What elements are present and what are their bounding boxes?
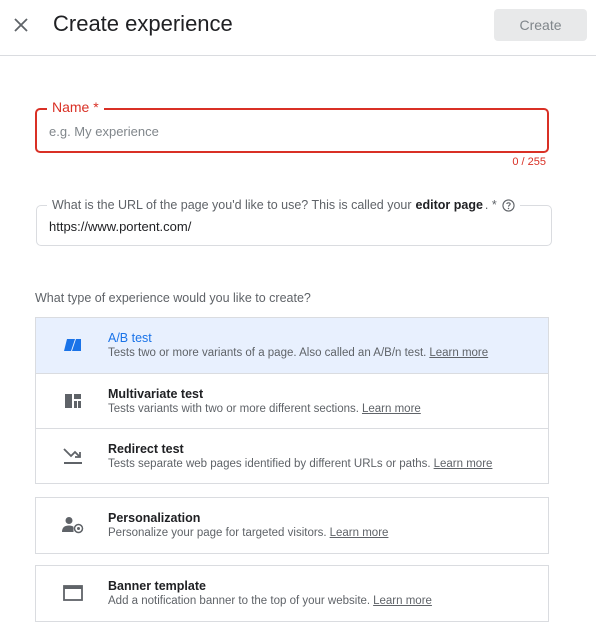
option-desc: Add a notification banner to the top of … — [108, 595, 432, 607]
redirect-icon — [62, 446, 84, 466]
create-button[interactable]: Create — [494, 9, 587, 41]
name-char-counter: 0 / 255 — [512, 156, 546, 168]
option-personalization[interactable]: Personalization Personalize your page fo… — [36, 498, 548, 553]
test-options-group: A/B test Tests two or more variants of a… — [35, 317, 549, 484]
option-title: Redirect test — [108, 442, 184, 456]
name-field[interactable]: Name * — [35, 99, 549, 153]
dialog-header: Create experience Create — [0, 0, 596, 56]
experience-type-question: What type of experience would you like t… — [35, 291, 311, 305]
url-input[interactable]: https://www.portent.com/ — [49, 219, 191, 234]
option-desc-text: Tests two or more variants of a page. Al… — [108, 347, 427, 359]
option-title: Multivariate test — [108, 387, 204, 401]
learn-more-link[interactable]: Learn more — [429, 347, 488, 359]
multivariate-icon — [62, 391, 84, 411]
option-title: A/B test — [108, 331, 152, 345]
ab-test-icon — [62, 335, 84, 355]
name-label: Name * — [47, 99, 104, 115]
page-title: Create experience — [53, 11, 233, 36]
option-desc: Tests two or more variants of a page. Al… — [108, 347, 488, 359]
option-banner-template[interactable]: Banner template Add a notification banne… — [36, 566, 548, 621]
learn-more-link[interactable]: Learn more — [362, 403, 421, 415]
option-desc: Tests variants with two or more differen… — [108, 403, 421, 415]
option-desc-text: Add a notification banner to the top of … — [108, 595, 371, 607]
option-title: Banner template — [108, 579, 206, 593]
help-icon[interactable] — [502, 198, 515, 212]
personalization-icon — [62, 515, 84, 535]
option-redirect-test[interactable]: Redirect test Tests separate web pages i… — [36, 428, 548, 483]
editor-page-url-field[interactable]: What is the URL of the page you'd like t… — [36, 198, 552, 246]
option-title: Personalization — [108, 511, 201, 525]
url-label-required: . * — [484, 198, 497, 212]
option-desc: Tests separate web pages identified by d… — [108, 458, 492, 470]
option-ab-test[interactable]: A/B test Tests two or more variants of a… — [36, 318, 548, 373]
personalization-options-group: Personalization Personalize your page fo… — [35, 497, 549, 554]
url-label-bold: editor page — [415, 198, 483, 212]
url-label: What is the URL of the page you'd like t… — [47, 198, 520, 212]
banner-options-group: Banner template Add a notification banne… — [35, 565, 549, 622]
option-desc-text: Personalize your page for targeted visit… — [108, 527, 327, 539]
close-button[interactable] — [8, 12, 34, 38]
close-icon — [14, 18, 28, 32]
banner-icon — [62, 583, 84, 603]
learn-more-link[interactable]: Learn more — [434, 458, 493, 470]
option-desc-text: Tests variants with two or more differen… — [108, 403, 359, 415]
option-multivariate-test[interactable]: Multivariate test Tests variants with tw… — [36, 373, 548, 428]
name-input[interactable] — [49, 118, 529, 144]
learn-more-link[interactable]: Learn more — [330, 527, 389, 539]
learn-more-link[interactable]: Learn more — [373, 595, 432, 607]
option-desc: Personalize your page for targeted visit… — [108, 527, 388, 539]
option-desc-text: Tests separate web pages identified by d… — [108, 458, 431, 470]
url-label-text: What is the URL of the page you'd like t… — [52, 198, 412, 212]
